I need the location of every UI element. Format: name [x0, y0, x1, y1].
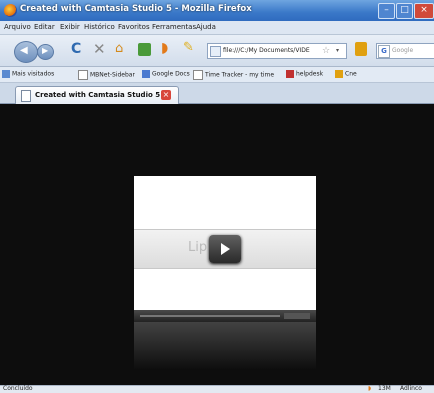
- menu-historico[interactable]: Histórico: [84, 23, 115, 31]
- extension-icon[interactable]: [355, 42, 367, 56]
- bookmark-label: Cne: [345, 70, 357, 78]
- forward-arrow-icon: ▶: [42, 46, 49, 55]
- search-placeholder: Google: [392, 47, 414, 54]
- volume-control[interactable]: [284, 313, 310, 319]
- cne-icon: [335, 70, 343, 78]
- google-search-icon[interactable]: G: [378, 45, 390, 58]
- menu-editar[interactable]: Editar: [34, 23, 55, 31]
- bookmark-label: Google Docs: [152, 70, 190, 78]
- back-arrow-icon: ◀: [20, 45, 28, 56]
- play-button[interactable]: [209, 235, 241, 263]
- menu-arquivo[interactable]: Arquivo: [4, 23, 31, 31]
- status-text: Concluído: [3, 385, 33, 392]
- tab-camtasia[interactable]: Created with Camtasia Studio 5 ×: [15, 86, 179, 104]
- player-control-bar[interactable]: [134, 310, 316, 322]
- url-text: file:///C:/My Documents/VIDE: [223, 47, 310, 54]
- maximize-button[interactable]: □: [396, 3, 413, 19]
- menu-ajuda[interactable]: Ajuda: [196, 23, 216, 31]
- bookmark-label: Time Tracker - my time: [205, 71, 275, 79]
- helpdesk-icon: [286, 70, 294, 78]
- most-visited-icon: [2, 70, 10, 78]
- page-icon: [78, 70, 88, 80]
- page-icon: [21, 90, 31, 102]
- tools-icon[interactable]: ✎: [183, 40, 194, 55]
- firefox-icon: [4, 4, 17, 17]
- bookmark-mais-visitados[interactable]: Mais visitados: [2, 70, 54, 78]
- bookmark-star-icon[interactable]: ☆: [322, 44, 330, 58]
- bookmark-label: Mais visitados: [12, 70, 55, 78]
- stop-icon[interactable]: ✕: [93, 40, 106, 58]
- forward-button[interactable]: ▶: [37, 44, 54, 60]
- page-icon: [210, 46, 221, 57]
- reload-icon[interactable]: C: [71, 41, 81, 57]
- status-size: 13M: [378, 385, 391, 392]
- play-icon: [221, 243, 230, 255]
- bookmark-cne[interactable]: Cne: [335, 70, 357, 78]
- menu-exibir[interactable]: Exibir: [60, 23, 80, 31]
- back-button[interactable]: ◀: [14, 41, 38, 63]
- bookmark-mbnet[interactable]: MBNet-Sidebar: [78, 70, 135, 80]
- bookmark-label: helpdesk: [296, 70, 324, 78]
- progress-track[interactable]: [140, 315, 280, 317]
- search-box[interactable]: G Google: [376, 43, 434, 59]
- rss-status-icon[interactable]: ◗: [368, 385, 371, 392]
- url-dropdown-icon[interactable]: ▾: [336, 44, 339, 58]
- minimize-button[interactable]: –: [378, 3, 395, 19]
- bookmark-time-tracker[interactable]: Time Tracker - my time: [193, 70, 274, 80]
- player-reflection: [134, 322, 316, 370]
- title-bar: Created with Camtasia Studio 5 - Mozilla…: [0, 0, 434, 21]
- bookmark-label: MBNet-Sidebar: [90, 71, 135, 79]
- menu-ferramentas[interactable]: Ferramentas: [152, 23, 196, 31]
- window-title: Created with Camtasia Studio 5 - Mozilla…: [20, 4, 252, 14]
- bookmark-helpdesk[interactable]: helpdesk: [286, 70, 323, 78]
- menu-bar: Arquivo Editar Exibir Histórico Favorito…: [0, 21, 434, 35]
- rss-feed-icon[interactable]: ◗: [161, 40, 168, 56]
- docs-icon: [142, 70, 150, 78]
- menu-favoritos[interactable]: Favoritos: [118, 23, 150, 31]
- tab-label: Created with Camtasia Studio 5: [35, 91, 161, 99]
- url-bar[interactable]: file:///C:/My Documents/VIDE ☆ ▾: [207, 43, 347, 59]
- bookmarks-toolbar: Mais visitados MBNet-Sidebar Google Docs…: [0, 67, 434, 83]
- home-icon[interactable]: ⌂: [115, 41, 123, 56]
- status-addon: Adlinco: [400, 385, 422, 392]
- page-icon: [193, 70, 203, 80]
- close-window-button[interactable]: ×: [414, 3, 434, 19]
- bookmark-google-docs[interactable]: Google Docs: [142, 70, 190, 78]
- close-tab-icon[interactable]: ×: [161, 90, 171, 100]
- addon-green-icon[interactable]: [138, 43, 151, 56]
